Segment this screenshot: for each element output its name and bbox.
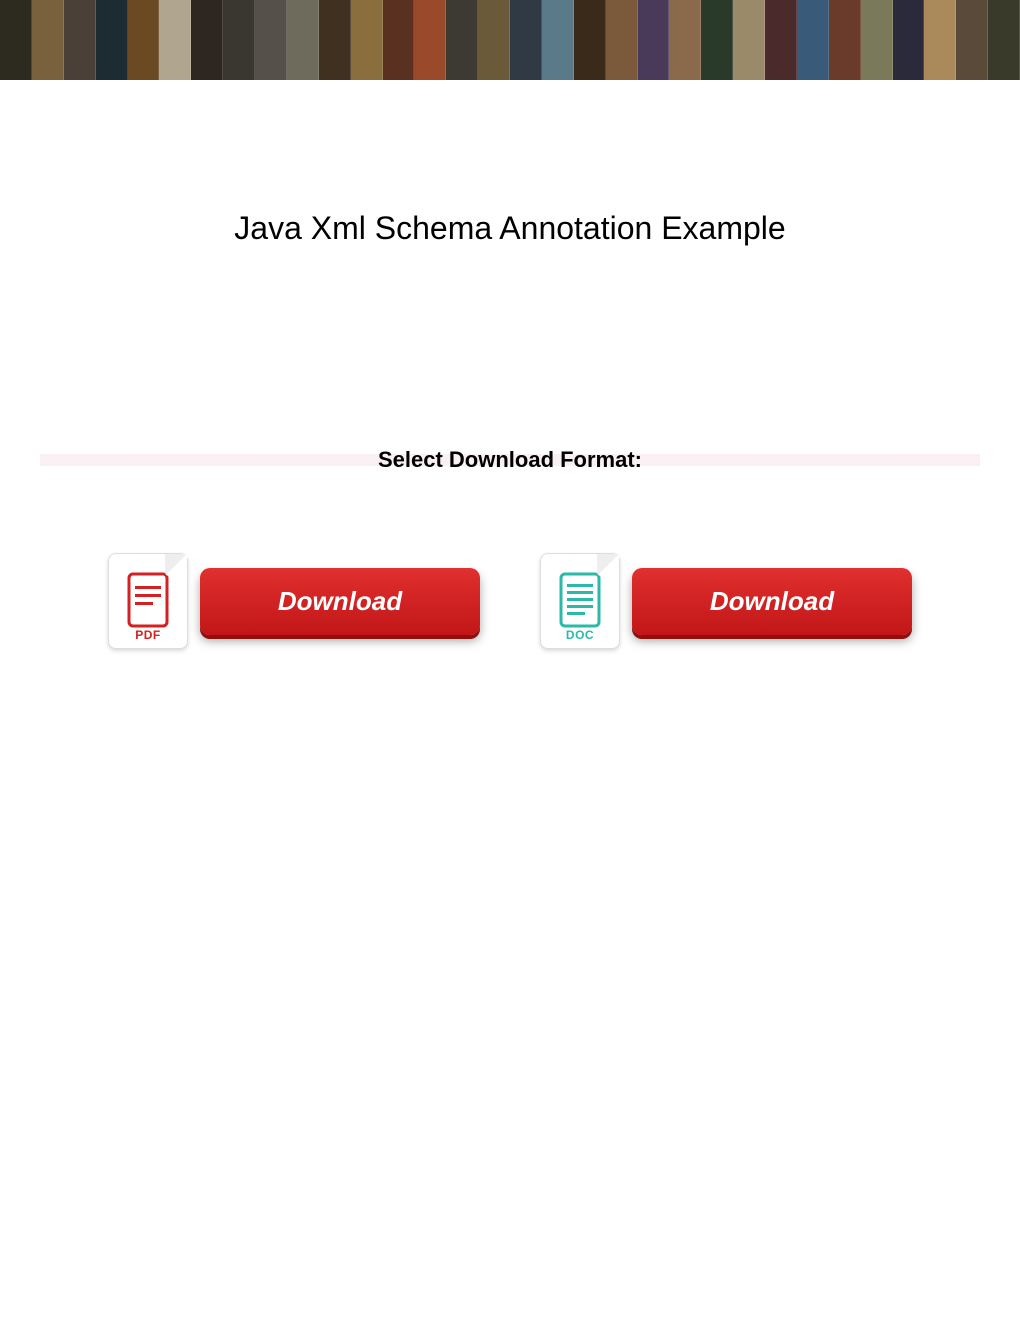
- banner-tile: [669, 0, 701, 80]
- download-option-pdf: PDF Download: [108, 553, 480, 649]
- doc-file-icon: DOC: [540, 553, 620, 649]
- banner-tile: [414, 0, 446, 80]
- banner-tile: [510, 0, 542, 80]
- banner-tile: [351, 0, 383, 80]
- banner-tile: [542, 0, 574, 80]
- banner-tile: [574, 0, 606, 80]
- banner-tile: [383, 0, 415, 80]
- download-doc-button[interactable]: Download: [632, 568, 912, 635]
- banner-tile: [32, 0, 64, 80]
- banner-tile: [128, 0, 160, 80]
- banner-tile: [319, 0, 351, 80]
- banner-tile: [765, 0, 797, 80]
- banner-tile: [701, 0, 733, 80]
- pdf-glyph-icon: [125, 572, 171, 628]
- banner-tile: [478, 0, 510, 80]
- select-format-heading: Select Download Format:: [0, 447, 1020, 473]
- banner-tile: [638, 0, 670, 80]
- banner-tile: [191, 0, 223, 80]
- doc-glyph-icon: [557, 572, 603, 628]
- banner-tile: [924, 0, 956, 80]
- banner-tile: [255, 0, 287, 80]
- top-banner-collage: [0, 0, 1020, 80]
- banner-tile: [861, 0, 893, 80]
- download-options-row: PDF Download DOC Download: [0, 553, 1020, 649]
- page-fold-icon: [597, 554, 619, 576]
- page-fold-icon: [165, 554, 187, 576]
- doc-label: DOC: [566, 628, 594, 642]
- banner-tile: [893, 0, 925, 80]
- banner-tile: [956, 0, 988, 80]
- banner-tile: [159, 0, 191, 80]
- pdf-label: PDF: [135, 628, 161, 642]
- banner-tile: [797, 0, 829, 80]
- banner-tile: [446, 0, 478, 80]
- banner-tile: [829, 0, 861, 80]
- page-title: Java Xml Schema Annotation Example: [0, 210, 1020, 247]
- select-format-text: Select Download Format:: [378, 447, 642, 472]
- banner-tile: [988, 0, 1020, 80]
- banner-tile: [733, 0, 765, 80]
- banner-tile: [223, 0, 255, 80]
- banner-tile: [96, 0, 128, 80]
- pdf-file-icon: PDF: [108, 553, 188, 649]
- banner-tile: [0, 0, 32, 80]
- banner-tile: [606, 0, 638, 80]
- banner-tile: [287, 0, 319, 80]
- download-option-doc: DOC Download: [540, 553, 912, 649]
- download-pdf-button[interactable]: Download: [200, 568, 480, 635]
- banner-tile: [64, 0, 96, 80]
